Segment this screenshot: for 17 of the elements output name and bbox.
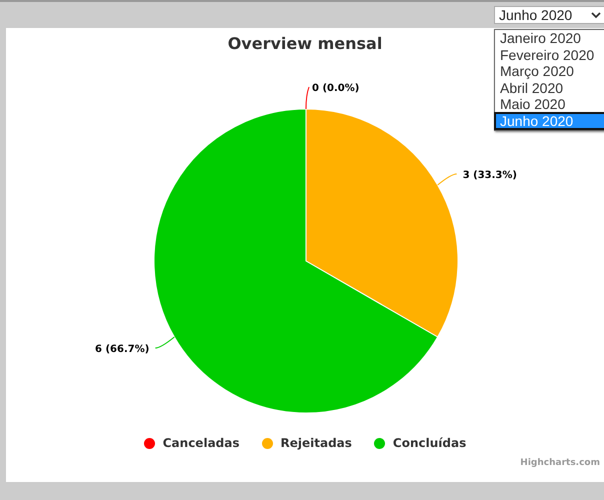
chart-title: Overview mensal: [228, 34, 382, 55]
data-label: 0 (0.0%): [312, 83, 360, 94]
caret-icon: [591, 12, 601, 18]
legend-label: Rejeitadas: [280, 436, 352, 450]
month-select[interactable]: Junho 2020: [494, 6, 604, 24]
dropdown-option[interactable]: Janeiro 2020: [495, 30, 604, 46]
legend-label: Canceladas: [162, 436, 240, 450]
dropdown-option[interactable]: Maio 2020: [495, 96, 604, 112]
legend-item[interactable]: Concluídas: [374, 436, 466, 450]
leader-line: [437, 174, 458, 186]
data-label: 6 (66.7%): [95, 344, 150, 355]
leader-line: [306, 86, 310, 110]
legend-item[interactable]: Rejeitadas: [262, 436, 352, 450]
legend-label: Concluídas: [392, 436, 466, 450]
legend-item[interactable]: Canceladas: [144, 436, 240, 450]
leader-line: [154, 336, 175, 348]
data-label: 3 (33.3%): [462, 170, 517, 181]
